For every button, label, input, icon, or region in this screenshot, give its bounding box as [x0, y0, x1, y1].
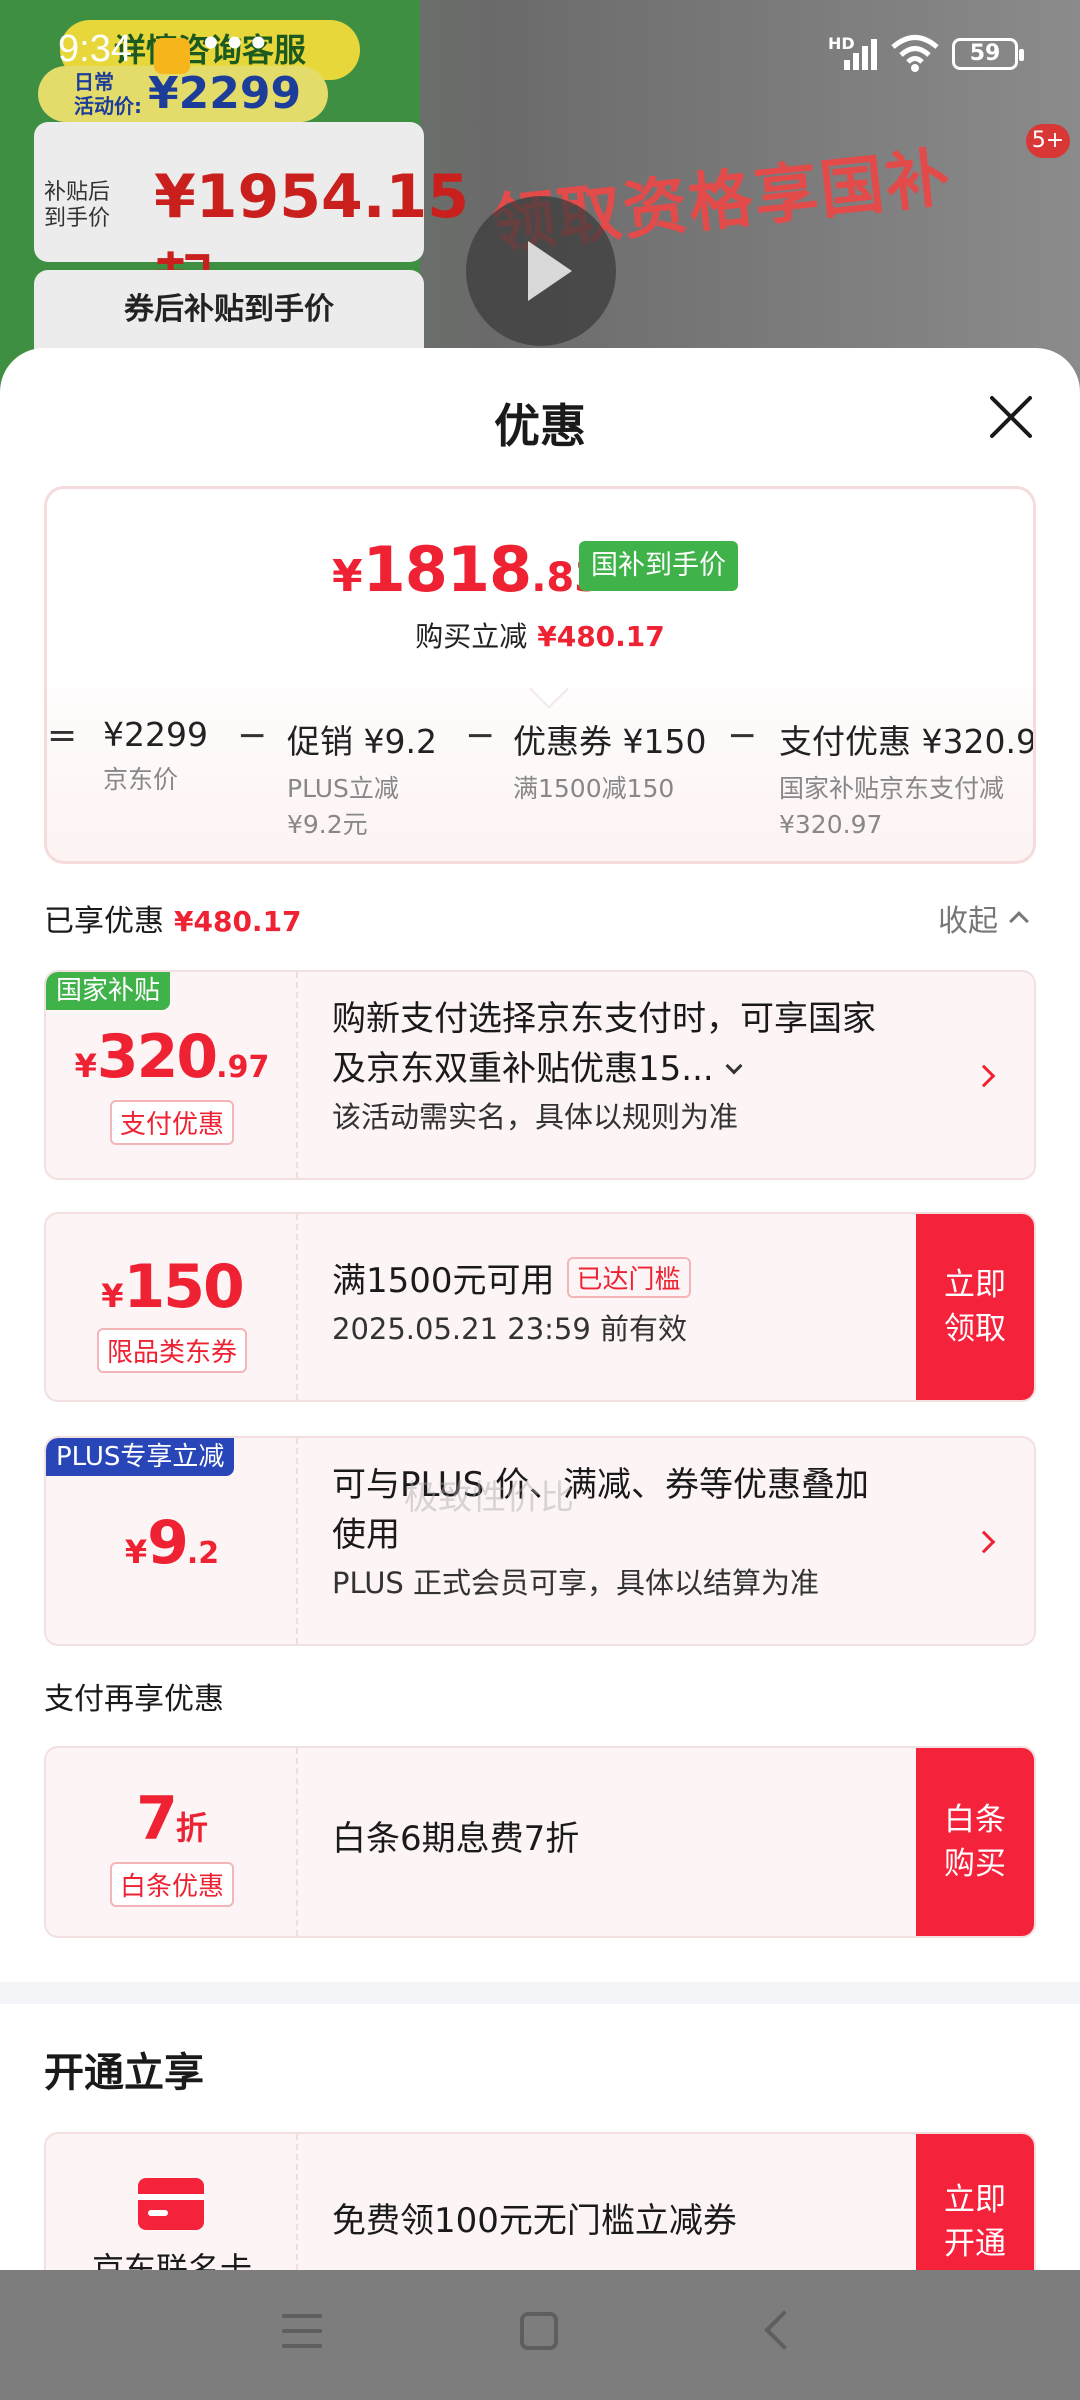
card-line3: PLUS 正式会员可享，具体以结算为准	[332, 1566, 820, 1600]
claim-coupon-button[interactable]: 立即 领取	[916, 1214, 1034, 1400]
baitiao-buy-button[interactable]: 白条 购买	[916, 1748, 1034, 1936]
coupon-card[interactable]: ¥150 限品类东券 满1500元可用 已达门槛 2025.05.21 23:59…	[44, 1212, 1036, 1402]
card-line3: 该活动需实名，具体以规则为准	[332, 1100, 739, 1134]
final-price: ¥1818.83	[332, 533, 602, 606]
breakdown-sub: 京东价	[103, 765, 179, 794]
system-navigation-bar	[0, 2270, 1080, 2400]
image-count-badge: 5+	[1026, 124, 1070, 158]
chevron-up-icon[interactable]	[1009, 911, 1029, 931]
card-amount: ¥9.2	[124, 1508, 220, 1578]
sheet-title: 优惠	[494, 399, 586, 453]
notes-app-icon	[154, 38, 190, 74]
breakdown-jd-price: ¥2299 京东价	[103, 715, 208, 798]
minus-sign: −	[465, 715, 496, 756]
breakdown-promotion: 促销 ¥9.2 PLUS立减 ¥9.2元	[287, 715, 437, 843]
subsidy-price-box: 补贴后 到手价 ¥1954.15起	[34, 122, 469, 318]
chevron-right-icon[interactable]	[972, 1530, 996, 1554]
battery-level: 59	[969, 41, 1001, 66]
discount-sheet: 优惠 ¥1818.83 国补到手价 购买立减 ¥480.17 = ¥2299 京东…	[0, 348, 1080, 2270]
card-content: 免费领100元无门槛立减券	[332, 2196, 737, 2246]
open-now-button[interactable]: 立即 开通	[916, 2134, 1034, 2270]
card-line1: 满1500元可用 已达门槛	[332, 1256, 691, 1306]
watermark-text: 极致性价比	[404, 1478, 574, 1518]
back-icon[interactable]	[764, 2310, 804, 2350]
reduce-line: 购买立减 ¥480.17	[47, 615, 1033, 655]
breakdown-sub: 满1500减150	[513, 774, 675, 803]
pay-section-title: 支付再享优惠	[44, 1682, 224, 1717]
card-content: 满1500元可用 已达门槛 2025.05.21 23:59 前有效	[332, 1256, 691, 1352]
signal-icon	[844, 39, 877, 70]
subsidy-label: 补贴后 到手价	[44, 180, 111, 231]
section-divider	[0, 1982, 1080, 2004]
national-subsidy-tag: 国家补贴	[46, 972, 171, 1010]
plus-tag: PLUS专享立减	[46, 1438, 235, 1476]
minus-sign: −	[237, 715, 268, 756]
enjoyed-amount: ¥480.17	[174, 905, 302, 938]
card-amount: ¥150	[101, 1252, 245, 1322]
reduce-amount: ¥480.17	[537, 620, 665, 653]
breakdown-sub: PLUS立减 ¥9.2元	[287, 774, 399, 839]
enjoyed-label: 已享优惠	[44, 904, 164, 939]
breakdown-payment: 支付优惠 ¥320.9 国家补贴京东支付减 ¥320.97	[779, 715, 1036, 843]
chevron-right-icon[interactable]	[972, 1064, 996, 1088]
enjoyed-discount: 已享优惠 ¥480.17	[44, 896, 302, 940]
card-label: 限品类东券	[46, 1328, 298, 1373]
breakdown-title: 支付优惠 ¥320.9	[779, 722, 1036, 761]
breakdown-title: ¥2299	[103, 715, 208, 754]
card-line2: 及京东双重补贴优惠15...	[332, 1044, 876, 1094]
wifi-icon	[891, 35, 939, 72]
breakdown-title: 优惠券 ¥150	[513, 722, 707, 761]
card-label: 支付优惠	[46, 1100, 298, 1145]
plus-discount-card[interactable]: PLUS专享立减 ¥9.2 可与PLUS 价、满减、券等优惠叠加 使用 PLUS…	[44, 1436, 1036, 1646]
card-amount: ¥320.97	[74, 1022, 270, 1092]
card-line1: 购新支付选择京东支付时，可享国家	[332, 999, 876, 1039]
card-line2: 2025.05.21 23:59 前有效	[332, 1312, 688, 1346]
coupon-label: 券后补贴到手价	[124, 292, 334, 327]
card-content: 购新支付选择京东支付时，可享国家 及京东双重补贴优惠15... 该活动需实名，具…	[332, 994, 876, 1140]
card-label: 白条优惠	[46, 1862, 298, 1907]
breakdown-sub: 国家补贴京东支付减 ¥320.97	[779, 774, 1005, 839]
menu-icon[interactable]	[282, 2314, 322, 2348]
final-price-int: 1818	[362, 533, 533, 606]
card-amount: 7折	[136, 1784, 208, 1854]
more-notifications-icon: •••	[200, 24, 272, 64]
cobrand-name: 京东联名卡	[91, 2250, 252, 2270]
home-icon[interactable]	[520, 2312, 558, 2350]
cobrand-card-offer[interactable]: 京东联名卡 免费领100元无门槛立减券 立即 开通	[44, 2132, 1036, 2270]
reduce-label: 购买立减	[415, 620, 528, 653]
baitiao-card[interactable]: 7折 白条优惠 白条6期息费7折 白条 购买	[44, 1746, 1036, 1938]
final-price-tag: 国补到手价	[579, 541, 738, 591]
open-section-title: 开通立享	[44, 2050, 204, 2096]
close-icon[interactable]	[986, 392, 1036, 442]
minus-sign: −	[727, 715, 758, 756]
collapse-button[interactable]: 收起	[938, 896, 998, 940]
chevron-down-icon[interactable]	[725, 1057, 743, 1075]
final-price-symbol: ¥	[332, 551, 363, 602]
card-line1: 免费领100元无门槛立减券	[332, 2201, 737, 2241]
price-summary: ¥1818.83 国补到手价 购买立减 ¥480.17 = ¥2299 京东价 −…	[44, 486, 1036, 864]
credit-card-icon	[138, 2178, 204, 2230]
equals-sign: =	[47, 715, 78, 756]
threshold-badge: 已达门槛	[566, 1257, 691, 1298]
card-content: 白条6期息费7折	[332, 1814, 579, 1864]
status-bar: 9:34 ••• HD 59	[0, 0, 1080, 100]
price-breakdown: = ¥2299 京东价 − 促销 ¥9.2 PLUS立减 ¥9.2元 − 优惠券 …	[47, 701, 1033, 861]
card-line1: 白条6期息费7折	[332, 1819, 580, 1859]
breakdown-coupon: 优惠券 ¥150 满1500减150	[513, 715, 706, 807]
play-icon[interactable]	[466, 196, 616, 346]
national-subsidy-card[interactable]: 国家补贴 ¥320.97 支付优惠 购新支付选择京东支付时，可享国家 及京东双重…	[44, 970, 1036, 1180]
status-time: 9:34	[58, 28, 132, 70]
battery-icon: 59	[952, 38, 1024, 70]
breakdown-title: 促销 ¥9.2	[287, 722, 437, 761]
